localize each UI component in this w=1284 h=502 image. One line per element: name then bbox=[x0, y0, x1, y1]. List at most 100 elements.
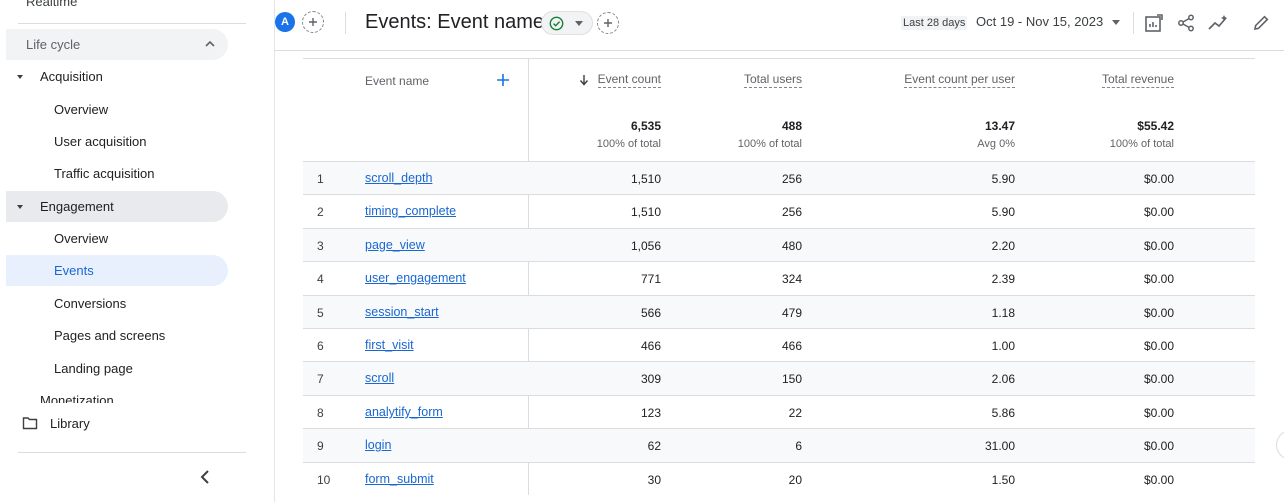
table-row[interactable]: 2 timing_complete 1,510 256 5.90 $0.00 bbox=[303, 194, 1255, 228]
insights-button[interactable] bbox=[1208, 12, 1230, 34]
sidebar-item-realtime[interactable]: Realtime bbox=[26, 0, 77, 9]
row-index: 7 bbox=[317, 372, 324, 386]
total-revenue-cell: $0.00 bbox=[1143, 372, 1174, 386]
insights-icon bbox=[1208, 15, 1227, 30]
total-users-cell: 256 bbox=[781, 205, 802, 219]
table-row[interactable]: 10 form_submit 30 20 1.50 $0.00 bbox=[303, 462, 1255, 496]
divider bbox=[18, 452, 246, 453]
customize-report-icon bbox=[1145, 14, 1163, 32]
add-filter-button[interactable] bbox=[597, 12, 619, 34]
sidebar-group-label: Engagement bbox=[40, 199, 114, 214]
date-range-value[interactable]: Oct 19 - Nov 15, 2023 bbox=[976, 14, 1103, 29]
total-revenue-cell: $0.00 bbox=[1143, 306, 1174, 320]
sidebar-item-landing-page[interactable]: Landing page bbox=[6, 353, 228, 384]
event-count-per-user-cell: 1.50 bbox=[991, 473, 1015, 487]
caret-down-icon bbox=[17, 75, 23, 79]
customize-report-button[interactable] bbox=[1143, 12, 1165, 34]
event-name-link[interactable]: scroll_depth bbox=[365, 171, 432, 185]
report-status-chip[interactable] bbox=[541, 11, 593, 35]
folder-icon bbox=[22, 417, 38, 430]
event-name-link[interactable]: user_engagement bbox=[365, 271, 466, 285]
event-name-link[interactable]: timing_complete bbox=[365, 204, 456, 218]
plus-icon bbox=[604, 19, 612, 27]
sidebar-item-library[interactable]: Library bbox=[22, 412, 90, 434]
table-row[interactable]: 4 user_engagement 771 324 2.39 $0.00 bbox=[303, 261, 1255, 295]
event-count-cell: 30 bbox=[647, 473, 661, 487]
sidebar-group-engagement[interactable]: Engagement bbox=[6, 191, 228, 222]
sidebar-group-label: Acquisition bbox=[40, 69, 103, 84]
event-count-per-user-cell: 5.90 bbox=[991, 205, 1015, 219]
total-event-count-pct: 100% of total bbox=[596, 138, 661, 150]
divider bbox=[345, 12, 346, 34]
page-title: Events: Event name bbox=[365, 11, 544, 33]
column-header-total-revenue[interactable]: Total revenue bbox=[1101, 72, 1174, 88]
sidebar-item-traffic-acquisition[interactable]: Traffic acquisition bbox=[6, 158, 228, 189]
date-range-preset[interactable]: Last 28 days bbox=[901, 16, 968, 30]
total-users-cell: 324 bbox=[781, 272, 802, 286]
share-button[interactable] bbox=[1175, 12, 1197, 34]
column-header-event-count-per-user[interactable]: Event count per user bbox=[904, 72, 1015, 88]
table-row[interactable]: 8 analytify_form 123 22 5.86 $0.00 bbox=[303, 395, 1255, 429]
table-row[interactable]: 6 first_visit 466 466 1.00 $0.00 bbox=[303, 328, 1255, 362]
event-name-link[interactable]: page_view bbox=[365, 238, 425, 252]
total-event-count-per-user: 13.47 bbox=[984, 119, 1015, 133]
collapse-sidebar-icon[interactable] bbox=[197, 468, 215, 486]
event-count-per-user-cell: 5.86 bbox=[991, 406, 1015, 420]
event-name-link[interactable]: session_start bbox=[365, 305, 439, 319]
row-index: 5 bbox=[317, 306, 324, 320]
sidebar-item-engagement-overview[interactable]: Overview bbox=[6, 223, 228, 254]
sidebar-section-label: Life cycle bbox=[26, 37, 81, 52]
pencil-icon bbox=[1254, 15, 1269, 30]
total-revenue-cell: $0.00 bbox=[1143, 272, 1174, 286]
row-index: 2 bbox=[317, 205, 324, 219]
event-count-cell: 1,510 bbox=[630, 172, 661, 186]
event-count-cell: 1,056 bbox=[630, 239, 661, 253]
edit-report-button[interactable] bbox=[1250, 12, 1272, 34]
column-header-event-count[interactable]: Event count bbox=[597, 72, 661, 88]
comparison-avatar[interactable]: A bbox=[275, 12, 295, 32]
sidebar-item-conversions[interactable]: Conversions bbox=[6, 288, 228, 319]
event-name-link[interactable]: scroll bbox=[365, 371, 394, 385]
event-name-link[interactable]: login bbox=[365, 438, 391, 452]
total-event-count: 6,535 bbox=[630, 119, 661, 133]
sidebar-group-monetization[interactable]: Monetization bbox=[6, 393, 228, 403]
event-name-link[interactable]: analytify_form bbox=[365, 405, 443, 419]
total-revenue-cell: $0.00 bbox=[1143, 172, 1174, 186]
row-index: 10 bbox=[317, 473, 331, 487]
side-panel-handle[interactable] bbox=[1276, 430, 1284, 460]
total-users-cell: 479 bbox=[781, 306, 802, 320]
total-revenue-cell: $0.00 bbox=[1143, 239, 1174, 253]
column-header-total-users[interactable]: Total users bbox=[743, 72, 802, 88]
sidebar-item-label: Library bbox=[50, 415, 90, 431]
table-row[interactable]: 1 scroll_depth 1,510 256 5.90 $0.00 bbox=[303, 161, 1255, 195]
row-index: 8 bbox=[317, 406, 324, 420]
event-count-cell: 466 bbox=[640, 339, 661, 353]
total-users-pct: 100% of total bbox=[737, 138, 802, 150]
sidebar-section-lifecycle[interactable]: Life cycle bbox=[6, 29, 228, 60]
dropdown-arrow-icon bbox=[575, 21, 583, 26]
table-row[interactable]: 3 page_view 1,056 480 2.20 $0.00 bbox=[303, 228, 1255, 262]
sidebar-item-acquisition-overview[interactable]: Overview bbox=[6, 94, 228, 125]
table-row[interactable]: 5 session_start 566 479 1.18 $0.00 bbox=[303, 295, 1255, 329]
event-count-per-user-cell: 2.06 bbox=[991, 372, 1015, 386]
sidebar-item-user-acquisition[interactable]: User acquisition bbox=[6, 126, 228, 157]
event-count-cell: 566 bbox=[640, 306, 661, 320]
total-revenue-cell: $0.00 bbox=[1143, 339, 1174, 353]
sidebar-group-acquisition[interactable]: Acquisition bbox=[6, 61, 228, 92]
sidebar-item-pages-and-screens[interactable]: Pages and screens bbox=[6, 320, 228, 351]
total-revenue-cell: $0.00 bbox=[1143, 406, 1174, 420]
add-dimension-icon[interactable] bbox=[496, 73, 510, 87]
table-row[interactable]: 9 login 62 6 31.00 $0.00 bbox=[303, 428, 1255, 462]
event-count-cell: 1,510 bbox=[630, 205, 661, 219]
total-users-cell: 22 bbox=[788, 406, 802, 420]
dropdown-arrow-icon[interactable] bbox=[1112, 20, 1120, 25]
check-circle-icon bbox=[549, 16, 564, 31]
add-comparison-button[interactable] bbox=[302, 11, 324, 33]
event-name-link[interactable]: form_submit bbox=[365, 472, 434, 486]
column-header-event-name[interactable]: Event name bbox=[365, 74, 429, 88]
share-icon bbox=[1178, 14, 1194, 32]
sidebar-item-events[interactable]: Events bbox=[6, 255, 228, 286]
table-row[interactable]: 7 scroll 309 150 2.06 $0.00 bbox=[303, 361, 1255, 395]
sidebar: Realtime Life cycle Acquisition Overview… bbox=[0, 0, 275, 502]
event-name-link[interactable]: first_visit bbox=[365, 338, 414, 352]
